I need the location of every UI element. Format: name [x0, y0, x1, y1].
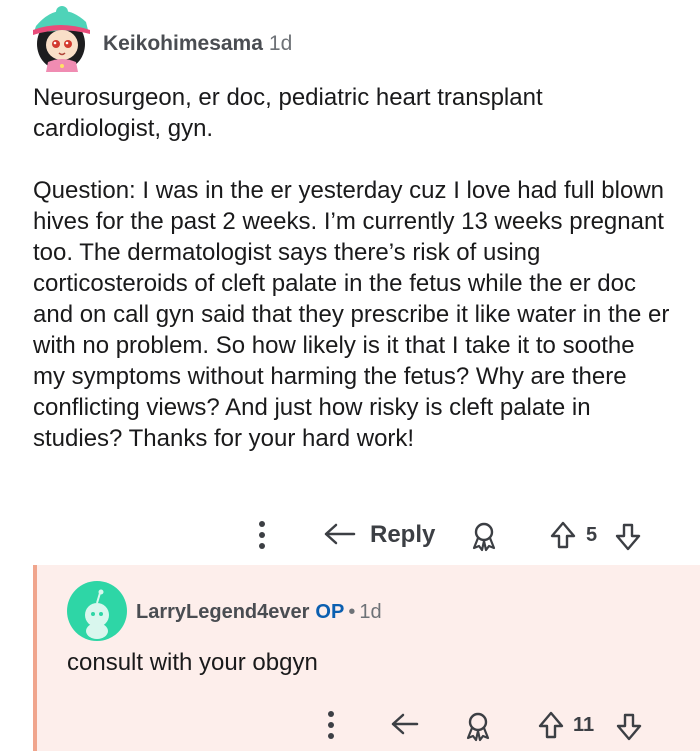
- op-badge: OP: [315, 601, 345, 623]
- reply-arrow-icon[interactable]: [387, 709, 423, 741]
- upvote-icon[interactable]: [547, 519, 579, 551]
- comment-body: Neurosurgeon, er doc, pediatric heart tr…: [33, 82, 673, 485]
- more-options-icon[interactable]: [250, 517, 274, 553]
- reply-arrow-icon: [324, 523, 356, 545]
- reply-upvote-icon[interactable]: [535, 709, 567, 741]
- comment-paragraph-1: Neurosurgeon, er doc, pediatric heart tr…: [33, 84, 543, 142]
- comment-card: Keikohimesama 1d Neurosurgeon, er doc, pe…: [0, 0, 700, 565]
- award-icon[interactable]: [467, 519, 501, 553]
- reply-author[interactable]: LarryLegend4ever: [136, 601, 309, 623]
- reply-body: consult with your obgyn: [67, 649, 318, 676]
- comment-actions: Reply 5: [0, 513, 700, 557]
- reply-award-icon[interactable]: [461, 709, 495, 743]
- downvote-icon[interactable]: [612, 521, 644, 553]
- vote-count: 5: [586, 523, 598, 546]
- reply-downvote-icon[interactable]: [613, 711, 645, 743]
- reply-actions: 11: [37, 705, 700, 745]
- reply-more-options-icon[interactable]: [319, 707, 343, 743]
- comment-author[interactable]: Keikohimesama: [103, 32, 263, 55]
- meta-separator: •: [348, 601, 356, 623]
- comment-meta: Keikohimesama 1d: [103, 32, 292, 56]
- snoo-avatar[interactable]: [67, 581, 127, 641]
- reply-button[interactable]: Reply: [322, 517, 435, 553]
- reply-age: 1d: [359, 601, 382, 623]
- reply-label: Reply: [370, 521, 436, 548]
- reply-comment-card: LarryLegend4ever OP • 1d consult with your …: [33, 565, 700, 751]
- reply-vote-count: 11: [573, 713, 595, 736]
- user-avatar[interactable]: [30, 4, 94, 72]
- comment-age: 1d: [268, 32, 293, 55]
- reply-meta: LarryLegend4ever OP • 1d: [136, 601, 382, 624]
- comment-paragraph-2: Question: I was in the er yesterday cuz …: [33, 177, 670, 452]
